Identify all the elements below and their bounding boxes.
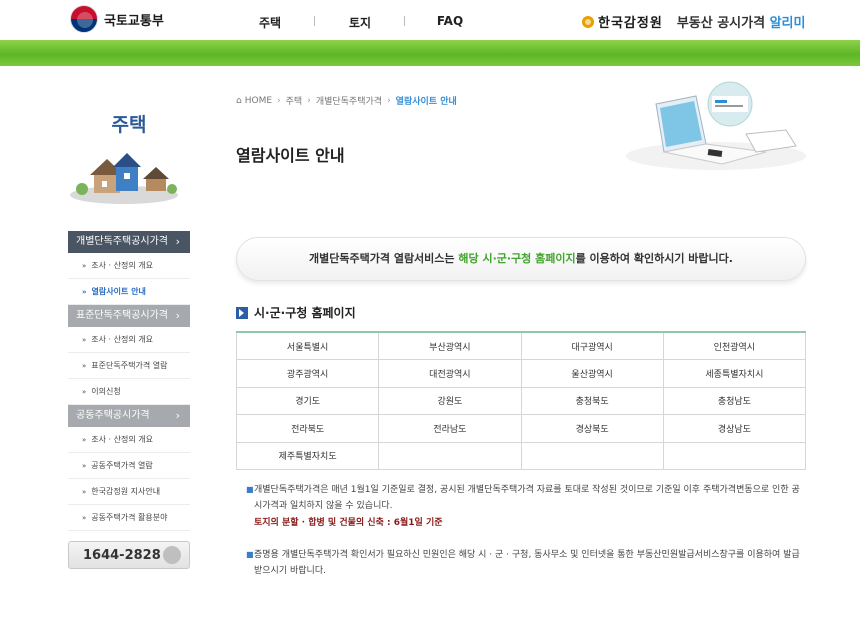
breadcrumb-current: 열람사이트 안내: [395, 97, 457, 107]
houses-illustration-icon: [70, 153, 178, 204]
region-link[interactable]: 충청남도: [662, 386, 807, 415]
arrow-bullet-icon: »: [82, 514, 87, 522]
breadcrumb-individual-house[interactable]: 개별단독주택가격: [316, 94, 382, 107]
region-link[interactable]: 전라북도: [235, 414, 380, 443]
arrow-bullet-icon: »: [82, 288, 87, 296]
breadcrumb-chevron-icon: ›: [307, 95, 311, 106]
header-green-band: [0, 40, 860, 66]
empty-cell: [662, 441, 807, 470]
nav-group-head-standard-house[interactable]: 표준단독주택공시가격 ›: [68, 305, 190, 327]
table-row: 광주광역시 대전광역시 울산광역시 세종특별자치시: [235, 359, 807, 388]
note-item: ■ 개별단독주택가격은 매년 1월1일 기준일로 결정, 공시된 개별단독주택가…: [246, 482, 806, 531]
nav-group-head-apartment[interactable]: 공동주택공시가격 ›: [68, 405, 190, 427]
region-link[interactable]: 울산광역시: [520, 359, 664, 388]
brand-title: 부동산 공시가격 알리미: [676, 16, 806, 31]
sidebar-item-usage-areas[interactable]: » 공동주택가격 활용분야: [68, 505, 190, 531]
region-link[interactable]: 인천광역시: [662, 331, 807, 360]
arrow-bullet-icon: »: [82, 336, 87, 344]
chevron-right-icon: ›: [175, 309, 180, 322]
gnb-item-land[interactable]: 토지: [315, 14, 405, 31]
square-bullet-icon: ■: [246, 485, 254, 494]
left-nav: 주택 개별단독주택공시가격 › » 조사 · 산정의 개요 » 열람사이트 안내 표준…: [68, 110, 190, 531]
nav-group-standard-house: 표준단독주택공시가격 › » 조사 · 산정의 개요 » 표준단독주택가격 열람 » 이…: [68, 305, 190, 405]
chevron-right-icon: ›: [175, 235, 180, 248]
region-link[interactable]: 강원도: [378, 386, 522, 415]
sidebar-item-survey-overview[interactable]: » 조사 · 산정의 개요: [68, 327, 190, 353]
arrow-square-icon: [236, 306, 248, 319]
gnb-item-housing[interactable]: 주택: [225, 14, 315, 31]
chevron-right-icon: ›: [175, 409, 180, 422]
arrow-bullet-icon: »: [82, 362, 87, 370]
table-row: 경기도 강원도 충청북도 충청남도: [235, 386, 807, 415]
sidebar-item-survey-overview[interactable]: » 조사 · 산정의 개요: [68, 427, 190, 453]
sidebar-title: 주택: [111, 114, 147, 136]
notes: ■ 개별단독주택가격은 매년 1월1일 기준일로 결정, 공시된 개별단독주택가…: [246, 482, 806, 579]
region-link[interactable]: 광주광역시: [235, 359, 380, 388]
arrow-bullet-icon: »: [82, 436, 87, 444]
nav-group-individual-house: 개별단독주택공시가격 › » 조사 · 산정의 개요 » 열람사이트 안내: [68, 231, 190, 305]
region-link[interactable]: 서울특별시: [235, 331, 380, 360]
region-link[interactable]: 부산광역시: [378, 331, 522, 360]
brand-logo[interactable]: 한국감정원 부동산 공시가격 알리미: [582, 12, 805, 31]
gnb-item-faq[interactable]: FAQ: [405, 14, 495, 31]
call-center-number: 1644-2828: [83, 548, 161, 563]
note-item: ■ 증명용 개별단독주택가격 확인서가 필요하신 민원인은 해당 시 · 군 ·…: [246, 547, 806, 579]
nav-group-apartment: 공동주택공시가격 › » 조사 · 산정의 개요 » 공동주택가격 열람 » 한국감정원…: [68, 405, 190, 531]
section-title: 시·군·구청 홈페이지: [236, 304, 356, 321]
square-bullet-icon: ■: [246, 550, 254, 559]
nav-group-head-individual-house[interactable]: 개별단독주택공시가격 ›: [68, 231, 190, 253]
region-link[interactable]: 대전광역시: [378, 359, 522, 388]
arrow-bullet-icon: »: [82, 488, 87, 496]
ministry-name: 국토교통부: [104, 13, 164, 29]
region-link[interactable]: 대구광역시: [520, 331, 664, 360]
sidebar-item-objection[interactable]: » 이의신청: [68, 379, 190, 405]
table-row: 서울특별시 부산광역시 대구광역시 인천광역시: [235, 331, 807, 360]
brand-name: 한국감정원: [598, 16, 663, 31]
breadcrumb-housing[interactable]: 주택: [286, 94, 303, 107]
arrow-bullet-icon: »: [82, 462, 87, 470]
table-row: 제주특별자치도: [235, 441, 807, 470]
sidebar-item-standard-price-view[interactable]: » 표준단독주택가격 열람: [68, 353, 190, 379]
region-link[interactable]: 충청북도: [520, 386, 664, 415]
notice-highlight: 해당 시·군·구청 홈페이지: [458, 252, 576, 265]
empty-cell: [520, 441, 664, 470]
laptop-illustration-icon: [626, 81, 806, 170]
arrow-bullet-icon: »: [82, 388, 87, 396]
breadcrumb-chevron-icon: ›: [277, 95, 281, 106]
region-link[interactable]: 경기도: [235, 386, 380, 415]
headset-icon: [163, 546, 181, 564]
note-emphasis: 토지의 분할 · 합병 및 건물의 신축 : 6월1일 기준: [254, 518, 443, 528]
empty-cell: [378, 441, 522, 470]
breadcrumb: ⌂ HOME › 주택 › 개별단독주택가격 › 열람사이트 안내: [236, 94, 457, 108]
sidebar-item-survey-overview[interactable]: » 조사 · 산정의 개요: [68, 253, 190, 279]
sidebar-item-site-guide[interactable]: » 열람사이트 안내: [68, 279, 190, 305]
kab-logo-icon: [582, 15, 594, 28]
region-link[interactable]: 전라남도: [378, 414, 522, 443]
region-link[interactable]: 제주특별자치도: [235, 441, 380, 470]
region-table: 서울특별시 부산광역시 대구광역시 인천광역시 광주광역시 대전광역시 울산광역…: [235, 331, 807, 470]
call-center-banner[interactable]: 1644-2828: [68, 541, 190, 569]
ministry-logo[interactable]: 국토교통부: [70, 5, 164, 33]
notice-banner: 개별단독주택가격 열람서비스는 해당 시·군·구청 홈페이지를 이용하여 확인하…: [236, 237, 806, 281]
breadcrumb-home[interactable]: HOME: [245, 96, 272, 106]
region-link[interactable]: 경상북도: [520, 414, 664, 443]
site-header: 국토교통부 주택 토지 FAQ 한국감정원 부동산 공시가격 알리미: [0, 0, 860, 40]
arrow-bullet-icon: »: [82, 262, 87, 270]
sidebar-item-branch-info[interactable]: » 한국감정원 지사안내: [68, 479, 190, 505]
page-title: 열람사이트 안내: [236, 146, 345, 165]
region-link[interactable]: 경상남도: [662, 414, 807, 443]
region-link[interactable]: 세종특별자치시: [662, 359, 807, 388]
home-icon: ⌂: [236, 95, 242, 106]
taegeuk-logo-icon: [70, 5, 98, 33]
global-nav: 주택 토지 FAQ: [225, 14, 495, 31]
table-row: 전라북도 전라남도 경상북도 경상남도: [235, 414, 807, 443]
breadcrumb-chevron-icon: ›: [387, 95, 391, 106]
sidebar-item-apartment-price-view[interactable]: » 공동주택가격 열람: [68, 453, 190, 479]
brand-accent: 알리미: [769, 16, 806, 31]
